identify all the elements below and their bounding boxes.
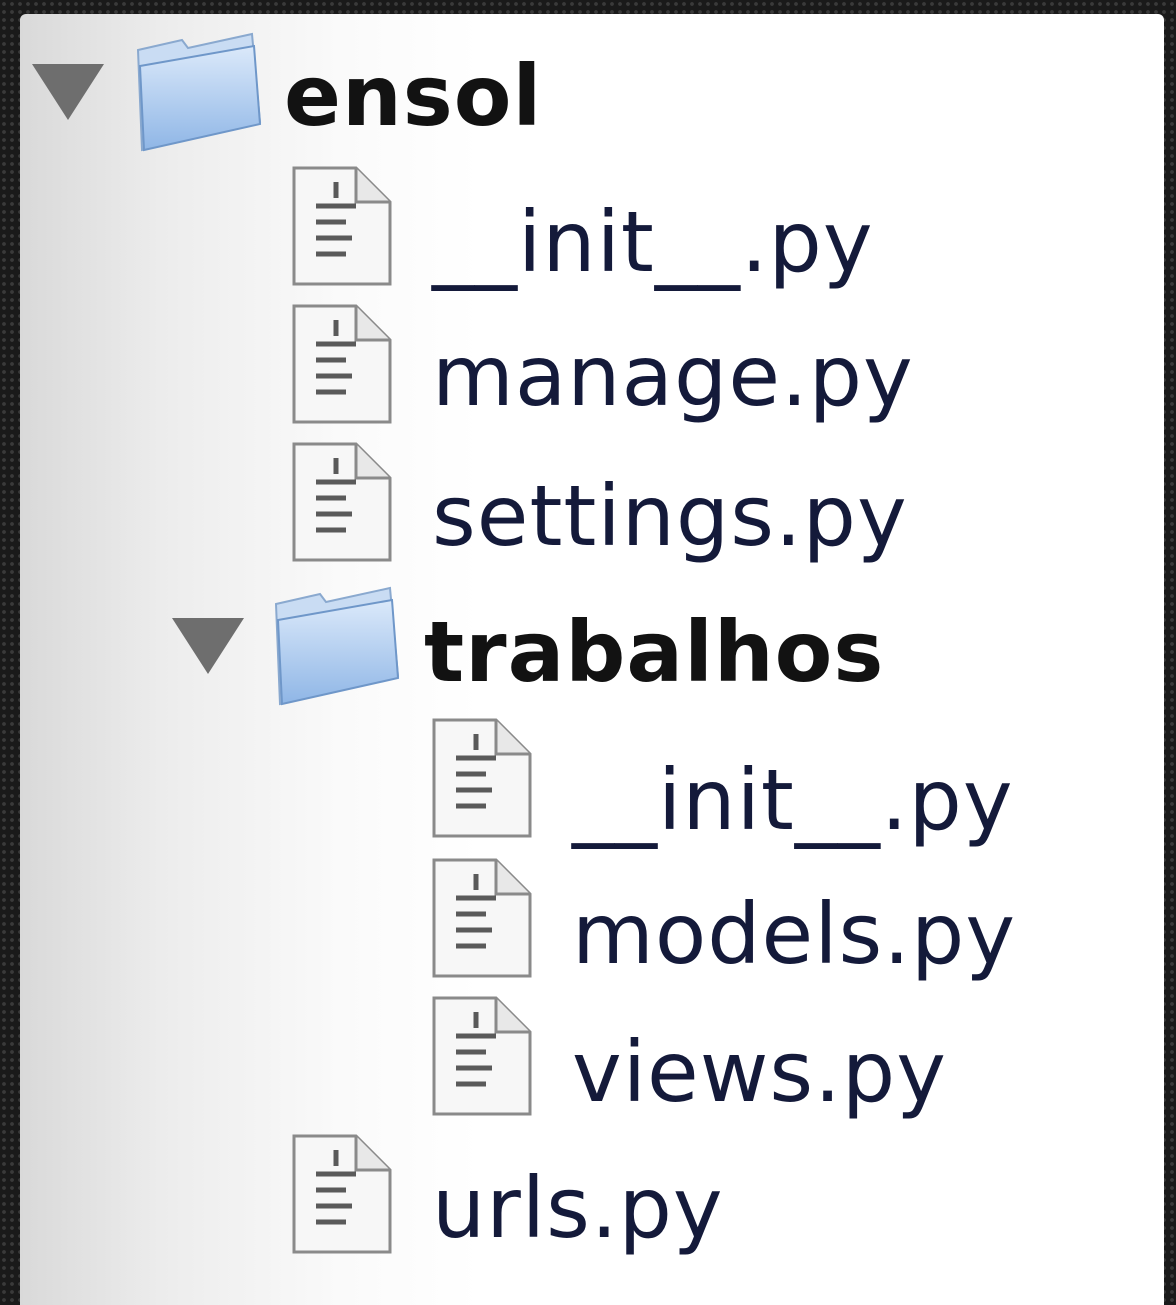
folder-icon	[274, 586, 400, 706]
file-tree-panel: ensol __init__.py manage.py settings.py …	[20, 14, 1164, 1305]
tree-item-label: trabalhos	[424, 603, 885, 701]
tree-item-label: models.py	[572, 885, 1017, 983]
tree-item-label: settings.py	[432, 467, 908, 565]
folder-icon	[136, 32, 262, 152]
screenshot-frame: ensol __init__.py manage.py settings.py …	[0, 0, 1176, 1305]
tree-item-label: __init__.py	[572, 751, 1014, 849]
tree-item-label: views.py	[572, 1023, 947, 1121]
python-file-icon	[432, 996, 532, 1116]
python-file-icon	[292, 166, 392, 286]
disclosure-triangle-icon[interactable]	[172, 618, 244, 674]
disclosure-triangle-icon[interactable]	[32, 64, 104, 120]
python-file-icon	[432, 858, 532, 978]
tree-item-label: __init__.py	[432, 193, 874, 291]
python-file-icon	[432, 718, 532, 838]
tree-item-label: manage.py	[432, 327, 914, 425]
python-file-icon	[292, 1134, 392, 1254]
python-file-icon	[292, 442, 392, 562]
python-file-icon	[292, 304, 392, 424]
tree-item-label: urls.py	[432, 1159, 724, 1257]
tree-item-label: ensol	[284, 47, 543, 145]
